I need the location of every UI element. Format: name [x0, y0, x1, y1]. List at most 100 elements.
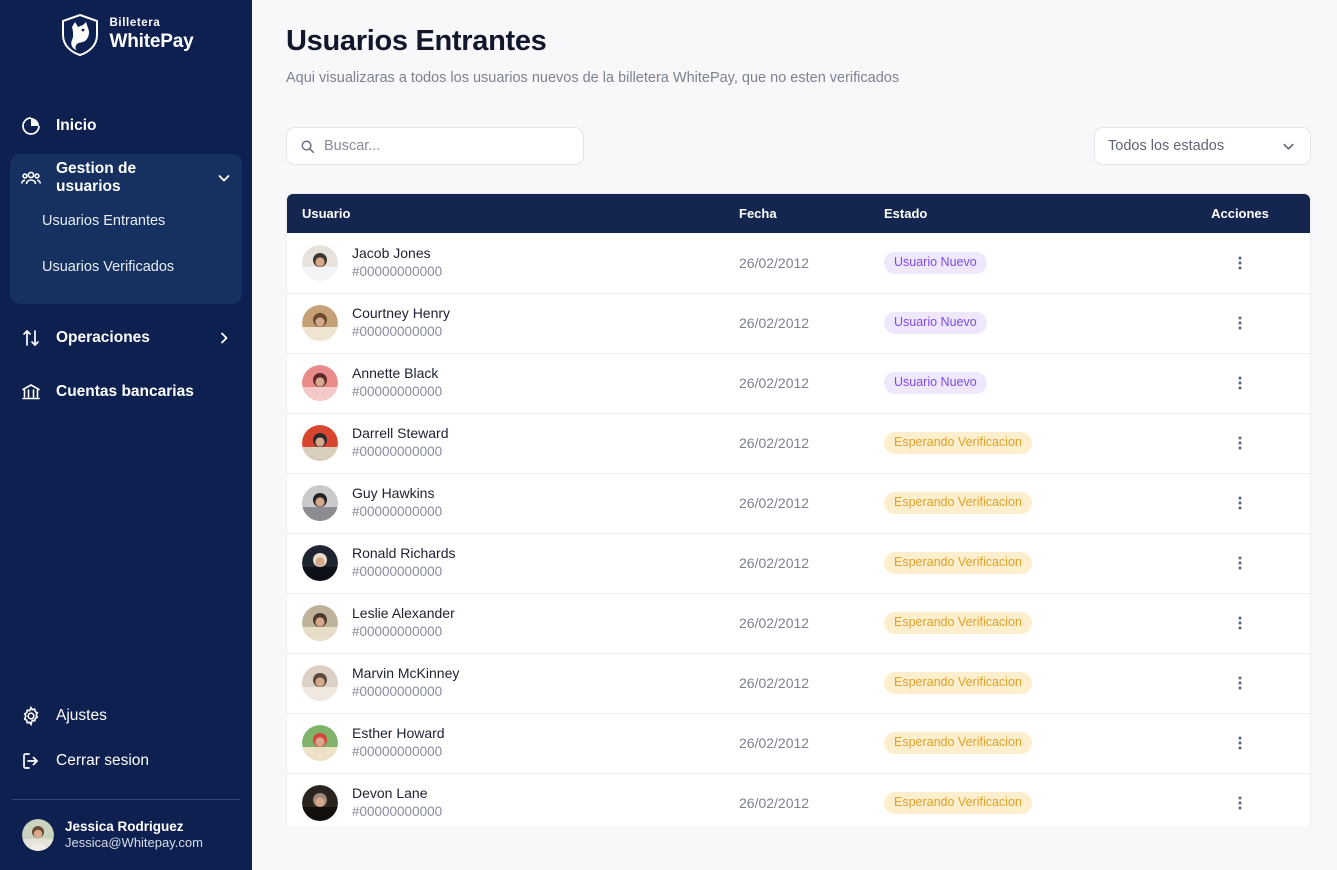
- status-badge: Esperando Verificacion: [884, 612, 1032, 634]
- sidebar: Billetera WhitePay Inicio Gestion de usu…: [0, 0, 252, 870]
- cell-estado: Esperando Verificacion: [884, 653, 1170, 713]
- sidebar-profile[interactable]: Jessica Rodriguez Jessica@Whitepay.com: [0, 800, 252, 870]
- sidebar-item-cerrar-sesion-label: Cerrar sesion: [56, 751, 150, 769]
- table-row[interactable]: Annette Black #00000000000 26/02/2012 Usuar…: [287, 353, 1310, 413]
- cell-acciones: [1170, 533, 1310, 593]
- table-row[interactable]: Guy Hawkins #00000000000 26/02/2012 Esperan…: [287, 473, 1310, 533]
- toolbar: Todos los estados: [286, 127, 1311, 165]
- brand-wordmark: Billetera WhitePay: [110, 18, 194, 51]
- brand-line-1: Billetera: [109, 17, 161, 30]
- avatar: [302, 364, 338, 401]
- status-badge: Esperando Verificacion: [884, 732, 1032, 754]
- avatar: [302, 664, 338, 701]
- page-title: Usuarios Entrantes: [286, 25, 547, 57]
- user-id: #00000000000: [352, 384, 443, 400]
- cell-fecha: 26/02/2012: [739, 795, 810, 811]
- user-id: #00000000000: [352, 324, 443, 340]
- user-id: #00000000000: [352, 264, 443, 280]
- table-row[interactable]: Esther Howard #00000000000 26/02/2012 Esper…: [287, 713, 1310, 773]
- more-vertical-icon[interactable]: [1170, 555, 1310, 571]
- table-row[interactable]: Ronald Richards #00000000000 26/02/2012 Esp…: [287, 533, 1310, 593]
- cell-estado: Esperando Verificacion: [884, 593, 1170, 653]
- more-vertical-icon[interactable]: [1170, 495, 1310, 511]
- avatar: [302, 424, 338, 461]
- sidebar-item-operaciones-label: Operaciones: [56, 329, 150, 346]
- cell-usuario: Ronald Richards #00000000000: [287, 533, 739, 593]
- table-row[interactable]: Courtney Henry #00000000000 26/02/2012 Usua…: [287, 293, 1310, 353]
- cell-acciones: [1170, 593, 1310, 653]
- users-group-icon: [20, 167, 42, 189]
- sidebar-item-cuentas-bancarias[interactable]: Cuentas bancarias: [0, 372, 252, 412]
- profile-name: Jessica Rodriguez: [65, 818, 184, 834]
- column-header-acciones[interactable]: Acciones: [1170, 194, 1310, 233]
- cell-estado: Usuario Nuevo: [884, 353, 1170, 413]
- status-filter-value: Todos los estados: [1108, 138, 1225, 154]
- table-row[interactable]: Marvin McKinney #00000000000 26/02/2012 Esp…: [287, 653, 1310, 713]
- avatar: [302, 304, 338, 341]
- sidebar-item-usuarios-entrantes[interactable]: Usuarios Entrantes: [10, 198, 242, 244]
- sidebar-nav: Inicio Gestion de usuarios Usuarios Entr…: [0, 106, 252, 412]
- gear-icon: [20, 705, 42, 727]
- chevron-down-icon[interactable]: [216, 170, 232, 186]
- sidebar-item-inicio[interactable]: Inicio: [0, 106, 252, 146]
- bank-icon: [20, 381, 42, 403]
- cell-usuario: Courtney Henry #00000000000: [287, 293, 739, 353]
- main-content: Usuarios Entrantes Aqui visualizaras a t…: [252, 0, 1337, 870]
- brand-line-2: WhitePay: [109, 30, 194, 52]
- cell-acciones: [1170, 773, 1310, 826]
- cell-fecha: 26/02/2012: [739, 675, 810, 691]
- table-row[interactable]: Leslie Alexander #00000000000 26/02/2012 Es…: [287, 593, 1310, 653]
- search-icon: [300, 139, 315, 154]
- cell-usuario: Devon Lane #00000000000: [287, 773, 739, 826]
- app-root: Billetera WhitePay Inicio Gestion de usu…: [0, 0, 1337, 870]
- cell-estado: Esperando Verificacion: [884, 713, 1170, 773]
- sidebar-subitem-label: Usuarios Verificados: [42, 259, 175, 275]
- status-badge: Esperando Verificacion: [884, 792, 1032, 814]
- status-badge: Usuario Nuevo: [884, 372, 987, 394]
- sidebar-item-gestion-de-usuarios[interactable]: Gestion de usuarios: [10, 158, 242, 198]
- profile-info: Jessica Rodriguez Jessica@Whitepay.com: [65, 818, 203, 852]
- avatar: [302, 724, 338, 761]
- more-vertical-icon[interactable]: [1170, 375, 1310, 391]
- status-badge: Usuario Nuevo: [884, 252, 987, 274]
- more-vertical-icon[interactable]: [1170, 615, 1310, 631]
- column-header-estado[interactable]: Estado: [884, 194, 1170, 233]
- page-subtitle: Aqui visualizaras a todos los usuarios n…: [286, 70, 900, 86]
- users-table: Usuario Fecha Estado Acciones Jacob Jone…: [287, 194, 1310, 826]
- cell-acciones: [1170, 413, 1310, 473]
- sidebar-group-gestion-de-usuarios: Gestion de usuarios Usuarios Entrantes U…: [10, 154, 242, 304]
- avatar: [22, 818, 54, 851]
- sidebar-item-ajustes[interactable]: Ajustes: [0, 696, 252, 736]
- more-vertical-icon[interactable]: [1170, 255, 1310, 271]
- sidebar-item-cerrar-sesion[interactable]: Cerrar sesion: [0, 741, 252, 781]
- user-name: Courtney Henry: [352, 305, 451, 322]
- cell-acciones: [1170, 293, 1310, 353]
- table-row[interactable]: Jacob Jones #00000000000 26/02/2012 Usuario…: [287, 233, 1310, 293]
- search-input-wrapper[interactable]: [286, 127, 584, 165]
- cell-fecha: 26/02/2012: [739, 254, 810, 271]
- cell-estado: Esperando Verificacion: [884, 773, 1170, 826]
- status-filter-select[interactable]: Todos los estados: [1094, 127, 1311, 165]
- avatar: [302, 244, 338, 281]
- column-header-fecha[interactable]: Fecha: [739, 194, 884, 233]
- cell-acciones: [1170, 353, 1310, 413]
- sidebar-item-operaciones[interactable]: Operaciones: [0, 318, 252, 358]
- chevron-down-icon: [1281, 139, 1296, 154]
- more-vertical-icon[interactable]: [1170, 435, 1310, 451]
- table-row[interactable]: Devon Lane #00000000000 26/02/2012 Esperand…: [287, 773, 1310, 826]
- more-vertical-icon[interactable]: [1170, 675, 1310, 691]
- user-name: Esther Howard: [352, 725, 445, 742]
- sidebar-item-ajustes-label: Ajustes: [56, 706, 107, 724]
- more-vertical-icon[interactable]: [1170, 315, 1310, 331]
- sidebar-item-usuarios-verificados[interactable]: Usuarios Verificados: [10, 244, 242, 290]
- chevron-right-icon[interactable]: [216, 330, 232, 346]
- user-identity: Darrell Steward #00000000000: [352, 424, 448, 461]
- brand-logo[interactable]: Billetera WhitePay: [0, 0, 252, 58]
- column-header-usuario[interactable]: Usuario: [287, 194, 739, 233]
- table-row[interactable]: Darrell Steward #00000000000 26/02/2012 Esp…: [287, 413, 1310, 473]
- status-badge: Usuario Nuevo: [884, 312, 987, 334]
- search-input[interactable]: [324, 138, 570, 154]
- more-vertical-icon[interactable]: [1170, 795, 1310, 811]
- user-identity: Guy Hawkins #00000000000: [352, 484, 442, 521]
- more-vertical-icon[interactable]: [1170, 735, 1310, 751]
